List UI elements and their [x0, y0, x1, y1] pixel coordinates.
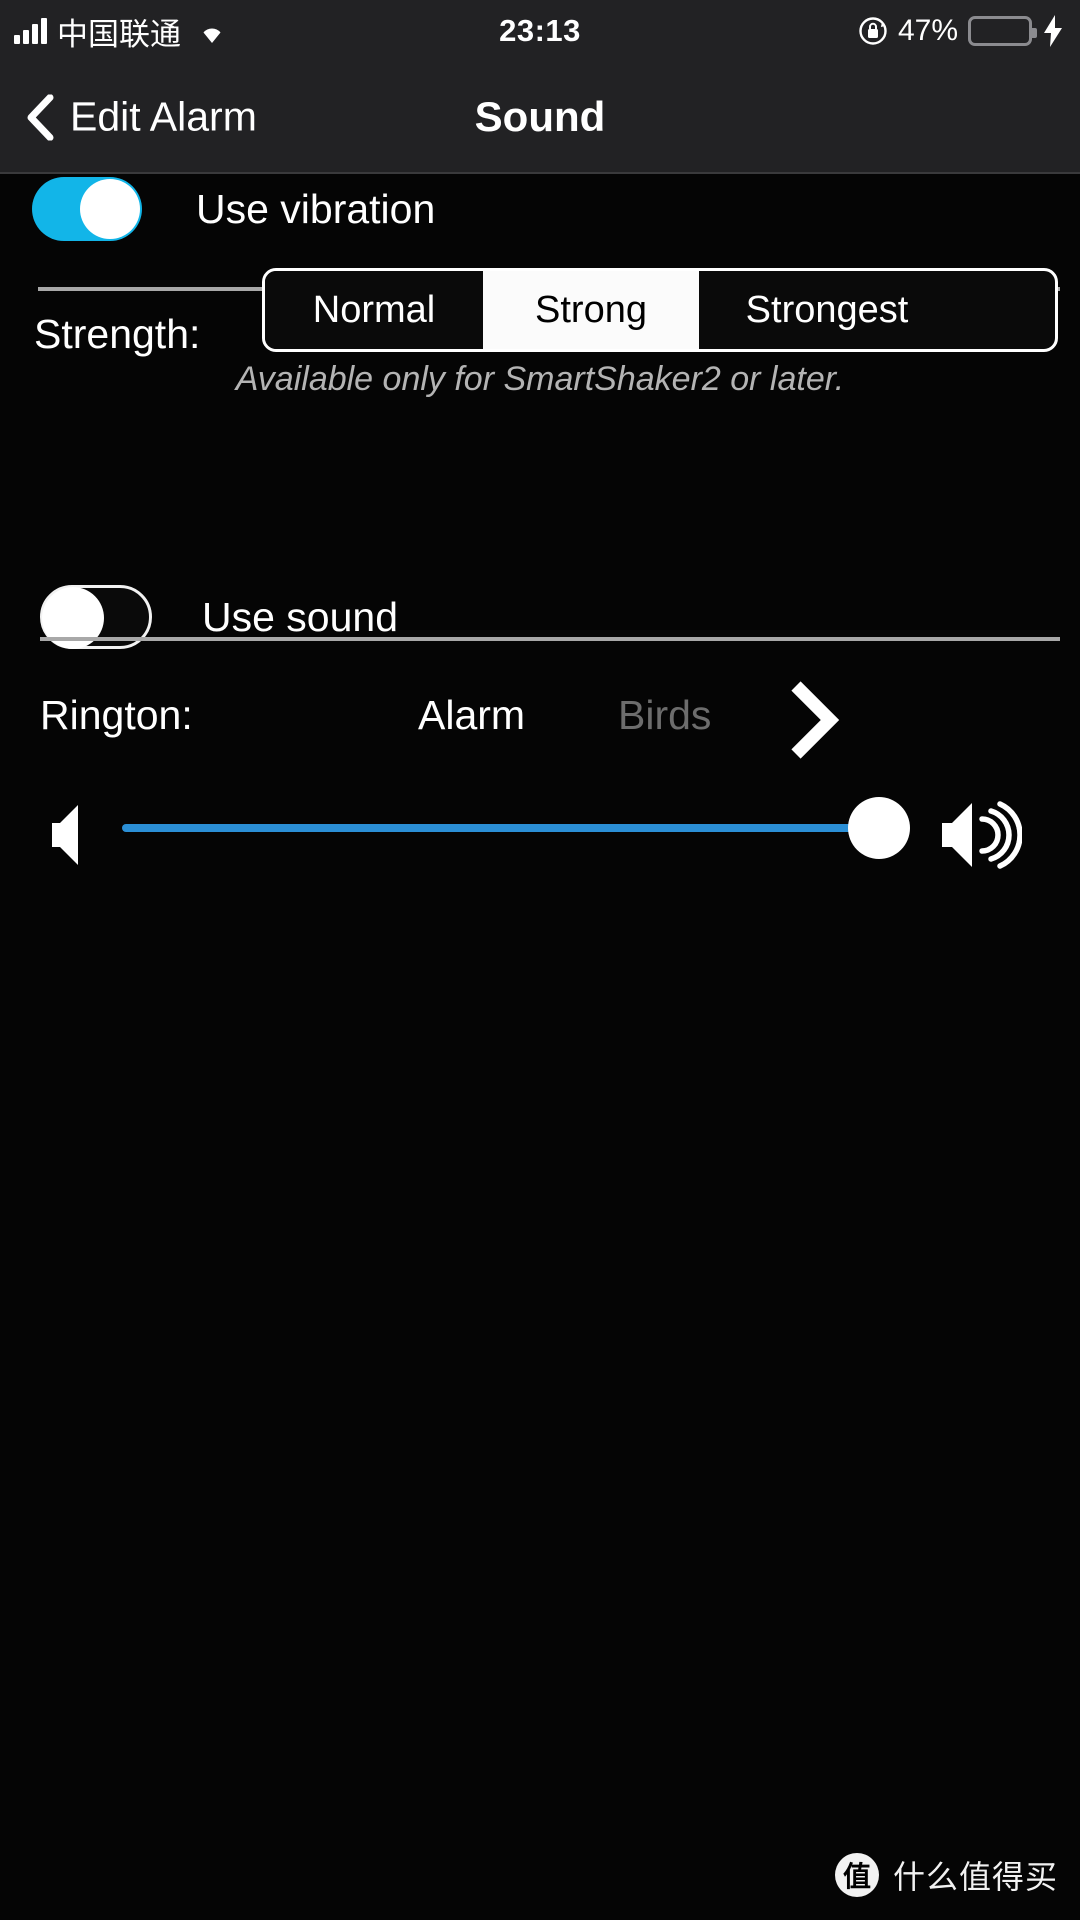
- strength-hint-text: Available only for SmartShaker2 or later…: [235, 360, 845, 398]
- volume-slider-thumb[interactable]: [848, 797, 910, 859]
- strength-segmented-control[interactable]: Normal Strong Strongest: [262, 268, 1058, 352]
- volume-slider-row[interactable]: [0, 782, 1080, 892]
- use-sound-row[interactable]: Use sound: [40, 562, 398, 672]
- speaker-high-icon: [938, 800, 1023, 870]
- rotation-lock-icon: [858, 16, 888, 46]
- rington-label: Rington:: [40, 692, 193, 738]
- watermark: 值 什么值得买: [834, 1852, 1058, 1898]
- segment-strongest[interactable]: Strongest: [699, 271, 955, 349]
- settings-content: Use vibration Strength: Normal Strong St…: [0, 174, 1080, 1920]
- rington-current-value: Alarm: [418, 692, 526, 738]
- watermark-text: 什么值得买: [892, 1859, 1058, 1895]
- watermark-logo: 值: [834, 1853, 879, 1897]
- chevron-right-icon[interactable]: [786, 680, 842, 760]
- use-sound-label: Use sound: [202, 593, 399, 640]
- segment-strong[interactable]: Strong: [483, 271, 699, 349]
- toggle-knob: [80, 179, 140, 239]
- use-vibration-label: Use vibration: [196, 185, 436, 232]
- divider-sound: [40, 637, 1060, 641]
- volume-slider-track[interactable]: [122, 824, 866, 832]
- use-vibration-toggle[interactable]: [32, 177, 142, 241]
- battery-percent-label: 47%: [897, 14, 958, 47]
- status-bar: 中国联通 23:13 47%: [0, 0, 1080, 62]
- use-vibration-row[interactable]: Use vibration: [32, 154, 435, 264]
- app-screen: 中国联通 23:13 47% Edit Alarm Sound Use vibr…: [0, 0, 1080, 1920]
- segment-normal[interactable]: Normal: [265, 271, 483, 349]
- speaker-low-icon: [48, 802, 100, 868]
- charging-bolt-icon: [1042, 15, 1064, 47]
- rington-row[interactable]: Rington: Alarm Birds: [0, 664, 1080, 774]
- status-bar-right: 47%: [858, 14, 1064, 48]
- rington-next-value: Birds: [618, 692, 712, 738]
- page-title: Sound: [474, 93, 606, 140]
- battery-icon: [968, 16, 1037, 46]
